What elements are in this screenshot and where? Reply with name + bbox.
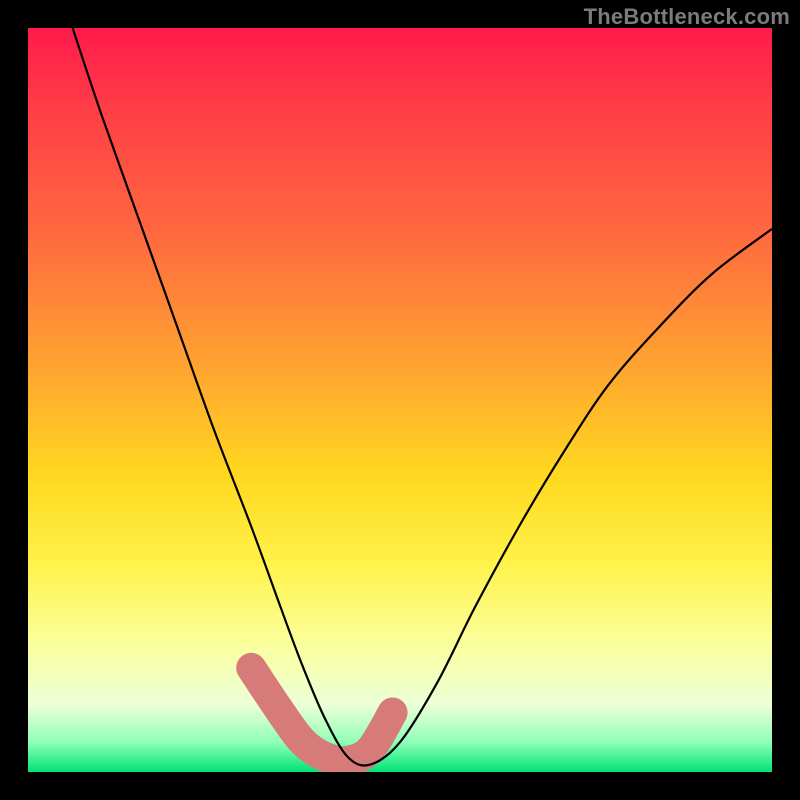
- chart-svg: [28, 28, 772, 772]
- chart-frame: TheBottleneck.com: [0, 0, 800, 800]
- watermark-text: TheBottleneck.com: [584, 4, 790, 30]
- plot-area: [28, 28, 772, 772]
- bottleneck-curve-path: [73, 28, 772, 765]
